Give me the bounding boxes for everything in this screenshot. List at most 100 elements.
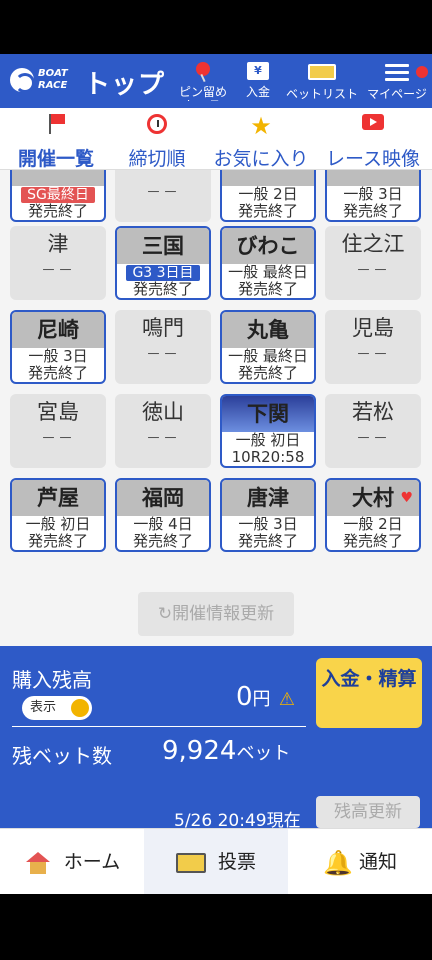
venue-card[interactable]: 福岡 一般 4日 発売終了 (115, 478, 211, 552)
venue-card[interactable]: 若松 －－ －－ (325, 394, 421, 468)
balance-label: 購入残高 (12, 668, 92, 692)
tab-venue-list[interactable]: 開催一覧 (10, 108, 102, 175)
nav-label: 投票 (217, 851, 256, 873)
venue-grid: SG最終日発売終了－－－－一般 2日発売終了一般 3日発売終了津－－－－三国G3… (0, 170, 432, 646)
venue-card[interactable]: 尼崎 一般 3日 発売終了 (10, 310, 106, 384)
venue-card[interactable]: 宮島 －－ －－ (10, 394, 106, 468)
betlist-icon (308, 64, 336, 80)
bell-icon: 🔔 (322, 848, 353, 877)
nav-notifications[interactable]: 🔔 通知 (288, 829, 432, 895)
refresh-label: 開催情報更新 (172, 604, 275, 624)
balance-unit: 円 (252, 689, 271, 710)
venue-card[interactable]: 一般 2日 発売終了 (220, 170, 316, 222)
venue-card[interactable]: －－ －－ (115, 170, 211, 222)
venue-day: 一般 初日 (25, 515, 91, 533)
venue-status: －－ (41, 463, 75, 469)
venue-status: －－ (356, 295, 390, 301)
balance-amount: 0円 ⚠ (236, 682, 295, 712)
status-bar (0, 0, 432, 54)
venue-card[interactable]: びわこ 一般 最終日 発売終了 (220, 226, 316, 300)
deposit-settle-button[interactable]: 入金・精算 (316, 658, 422, 728)
tab-label: お気に入り (213, 148, 309, 170)
venue-card[interactable]: 大村 ♥ 一般 2日 発売終了 (325, 478, 421, 552)
grade-badge: G3 3日目 (126, 265, 200, 281)
venue-day: 一般 3日 (343, 185, 403, 203)
venue-day: －－ (355, 429, 390, 447)
venue-name: 住之江 (341, 232, 405, 256)
venue-day: 一般 最終日 (228, 263, 308, 281)
refresh-icon: ↻ (157, 604, 173, 624)
menu-icon (385, 64, 409, 81)
venue-day: 一般 最終日 (228, 347, 308, 365)
header-deposit-button[interactable]: ¥ 入金 (240, 60, 276, 99)
venue-name (222, 170, 314, 186)
tab-race-video[interactable]: レース映像 (320, 108, 426, 170)
boatrace-logo[interactable]: BOAT RACE (10, 66, 72, 94)
venue-name: 徳山 (142, 400, 184, 424)
venue-status: 発売終了 (342, 202, 403, 220)
divider (12, 726, 306, 727)
venue-name: 丸亀 (222, 312, 314, 348)
venue-status: －－ (146, 463, 180, 469)
venue-card[interactable]: 津 －－ －－ (10, 226, 106, 300)
nav-label: 通知 (358, 851, 397, 873)
tab-deadline-order[interactable]: 締切順 (116, 108, 198, 170)
warning-icon: ⚠ (278, 689, 295, 710)
venue-card[interactable]: 児島 －－ －－ (325, 310, 421, 384)
nav-home[interactable]: ホーム (0, 829, 144, 895)
venue-card[interactable]: 唐津 一般 3日 発売終了 (220, 478, 316, 552)
header-pinned-races-button[interactable]: ピン留め レース (174, 60, 232, 101)
refresh-balance-label: 残高更新 (334, 802, 402, 822)
venue-name: 宮島 (37, 400, 79, 424)
tab-label: 締切順 (128, 148, 186, 170)
refresh-balance-button[interactable]: 残高更新 (316, 796, 420, 828)
refresh-race-info-button[interactable]: ↻開催情報更新 (138, 592, 294, 636)
venue-status: 発売終了 (237, 532, 298, 550)
balance-display-toggle[interactable]: 表示 (22, 696, 92, 720)
pin-icon (196, 62, 210, 76)
venue-card[interactable]: SG最終日 発売終了 (10, 170, 106, 222)
header-mypage-button[interactable]: マイページ (364, 60, 430, 101)
venue-name: びわこ (222, 228, 314, 264)
nav-label: ホーム (63, 851, 121, 873)
venue-card[interactable]: 住之江 －－ －－ (325, 226, 421, 300)
brand-line1: BOAT (38, 68, 68, 79)
logo-mark-icon (10, 68, 35, 93)
star-icon: ★ (250, 112, 272, 140)
venue-card[interactable]: 芦屋 一般 初日 発売終了 (10, 478, 106, 552)
venue-name: 唐津 (222, 480, 314, 516)
deposit-settle-label: 入金・精算 (321, 668, 417, 690)
venue-day: －－ (40, 429, 75, 447)
venue-card[interactable]: 徳山 －－ －－ (115, 394, 211, 468)
venue-day: 一般 2日 (238, 185, 298, 203)
venue-status: －－ (356, 463, 390, 469)
toggle-knob (71, 699, 89, 717)
tab-label: レース映像 (325, 148, 421, 170)
header-betlist-button[interactable]: ベットリスト (284, 60, 360, 101)
venue-card[interactable]: 下関 一般 初日 10R20:58 (220, 394, 316, 468)
header: BOAT RACE トップ ピン留め レース ¥ 入金 ベットリスト マイページ (0, 54, 432, 108)
venue-name (327, 170, 419, 186)
venue-card[interactable]: 一般 3日 発売終了 (325, 170, 421, 222)
venue-card[interactable]: 丸亀 一般 最終日 発売終了 (220, 310, 316, 384)
notification-dot (416, 66, 428, 78)
venue-name: 三国 (117, 228, 209, 264)
wallet-panel: 購入残高 表示 0円 ⚠ 入金・精算 残ベット数 9,924ベット 5/26 2… (0, 646, 432, 831)
venue-status: 発売終了 (132, 532, 193, 550)
flag-icon (47, 114, 65, 134)
video-icon (362, 114, 384, 130)
system-nav-bar (0, 894, 432, 960)
nav-vote[interactable]: 投票 (144, 829, 288, 895)
bets-unit: ベット (236, 743, 291, 764)
balance-value: 0 (236, 682, 253, 712)
venue-day: 一般 3日 (238, 515, 298, 533)
venue-name: 尼崎 (12, 312, 104, 348)
grade-badge: SG最終日 (21, 187, 95, 203)
venue-name: 福岡 (117, 480, 209, 516)
header-item-label: 入金 (245, 85, 270, 99)
venue-status: 発売終了 (237, 280, 298, 298)
venue-card[interactable]: 鳴門 －－ －－ (115, 310, 211, 384)
venue-card[interactable]: 三国 G3 3日目 発売終了 (115, 226, 211, 300)
tab-favorites[interactable]: ★ お気に入り (208, 108, 314, 170)
venue-status: 発売終了 (27, 532, 88, 550)
